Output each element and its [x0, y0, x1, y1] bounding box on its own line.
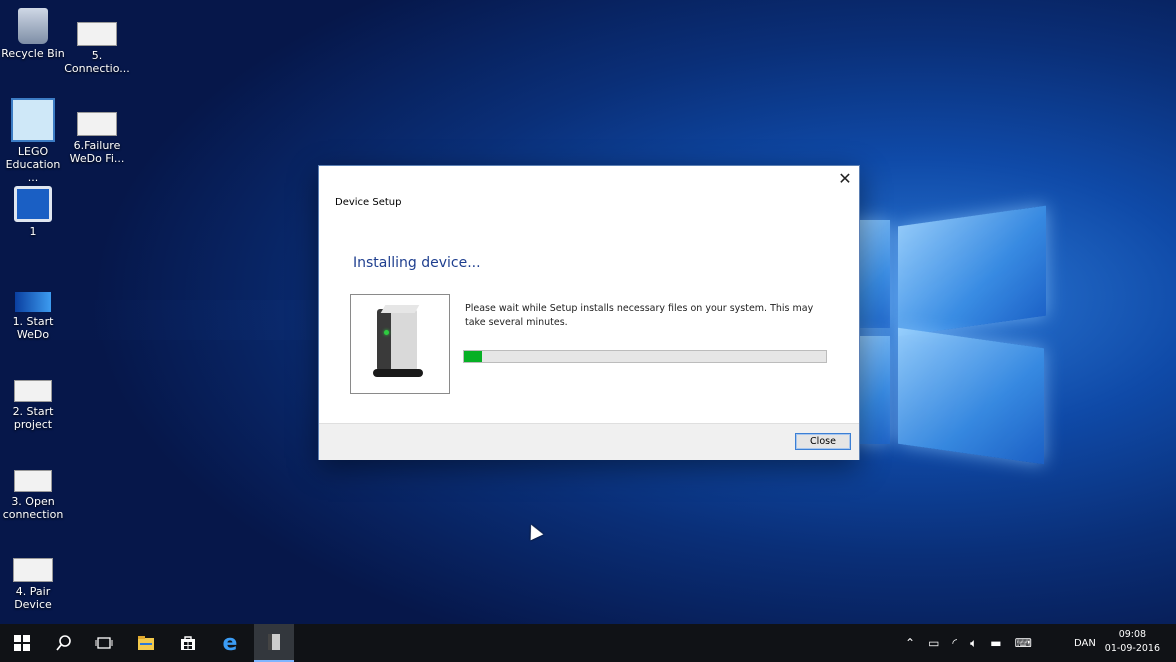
edge-icon[interactable]: e	[210, 624, 250, 662]
desktop-icon-pair-device[interactable]: 4. Pair Device	[0, 558, 66, 611]
recycle-bin-icon	[18, 8, 48, 44]
hard-drive-icon	[373, 305, 425, 377]
progress-fill	[464, 351, 483, 362]
dialog-footer: Close	[319, 423, 859, 460]
search-icon[interactable]	[44, 624, 84, 662]
store-icon[interactable]	[168, 624, 208, 662]
desktop-icon-recycle-bin[interactable]: Recycle Bin	[0, 8, 66, 60]
device-setup-icon[interactable]	[254, 624, 294, 662]
windows-logo-wallpaper	[850, 190, 1050, 470]
battery-icon[interactable]: ▭	[928, 636, 939, 650]
desktop-icon-label: 6.Failure WeDo Fi...	[69, 139, 125, 165]
desktop-icon-label: LEGO Education ...	[5, 145, 61, 184]
desktop-icon-start-project[interactable]: 2. Start project	[0, 380, 66, 431]
device-image-frame	[350, 294, 450, 394]
file-explorer-icon[interactable]	[126, 624, 166, 662]
desktop-icon-label: 1. Start WeDo	[12, 315, 54, 341]
desktop-icon-label: 2. Start project	[12, 405, 54, 431]
close-button[interactable]: Close	[795, 433, 851, 450]
volume-icon[interactable]: 🔈︎	[970, 636, 977, 651]
show-hidden-icons-chevron-icon[interactable]: ⌃	[905, 636, 915, 650]
shortcut-thumbnail-icon	[77, 22, 117, 46]
system-tray: ⌃ ▭ ◜ 🔈︎ ▬ ⌨︎	[905, 624, 1075, 662]
shortcut-thumbnail-icon	[14, 380, 52, 402]
desktop-icon-5-connection[interactable]: 5. Connectio...	[64, 22, 130, 75]
desktop-icon-label: 3. Open connection	[2, 495, 64, 521]
shortcut-thumbnail-icon	[14, 470, 52, 492]
dialog-message: Please wait while Setup installs necessa…	[465, 303, 814, 328]
clock-time: 09:08	[1118, 629, 1147, 640]
dialog-heading: Installing device...	[353, 255, 481, 271]
desktop-icon-lego-education[interactable]: LEGO Education ...	[0, 98, 66, 184]
clock-date: 01-09-2016	[1104, 643, 1160, 654]
desktop-icon-6-failure[interactable]: 6.Failure WeDo Fi...	[64, 112, 130, 165]
info-monitor-icon	[14, 186, 52, 222]
desktop-icon-open-connection[interactable]: 3. Open connection	[0, 470, 66, 521]
wifi-icon[interactable]: ◜	[952, 636, 957, 650]
action-center-icon[interactable]: ▬	[990, 636, 1001, 650]
shortcut-thumbnail-icon	[77, 112, 117, 136]
dialog-title: Device Setup	[335, 197, 402, 208]
task-view-icon[interactable]	[84, 624, 124, 662]
windows-start-icon[interactable]	[2, 624, 42, 662]
install-progress-bar	[463, 350, 827, 363]
desktop-icon-label: Recycle Bin	[1, 47, 65, 60]
device-setup-dialog: ✕ Device Setup Installing device... Plea…	[318, 165, 860, 460]
desktop-icon-start-wedo[interactable]: 1. Start WeDo	[0, 292, 66, 341]
language-indicator[interactable]: DAN	[1074, 624, 1096, 662]
lego-education-icon	[11, 98, 55, 142]
desktop-icon-label: 4. Pair Device	[14, 585, 52, 611]
taskbar: e ⌃ ▭ ◜ 🔈︎ ▬ ⌨︎ DAN 09:08 01-09-2016	[0, 624, 1176, 662]
mouse-cursor-icon	[524, 521, 544, 541]
shortcut-thumbnail-icon	[15, 292, 51, 312]
desktop-icon-label: 1	[29, 225, 37, 238]
shortcut-thumbnail-icon	[13, 558, 53, 582]
touch-keyboard-icon[interactable]: ⌨︎	[1015, 636, 1032, 650]
close-icon[interactable]: ✕	[836, 170, 854, 188]
clock[interactable]: 09:08 01-09-2016	[1105, 628, 1160, 656]
desktop-icon-label: 5. Connectio...	[64, 49, 130, 75]
desktop-icon-1[interactable]: 1	[0, 186, 66, 238]
